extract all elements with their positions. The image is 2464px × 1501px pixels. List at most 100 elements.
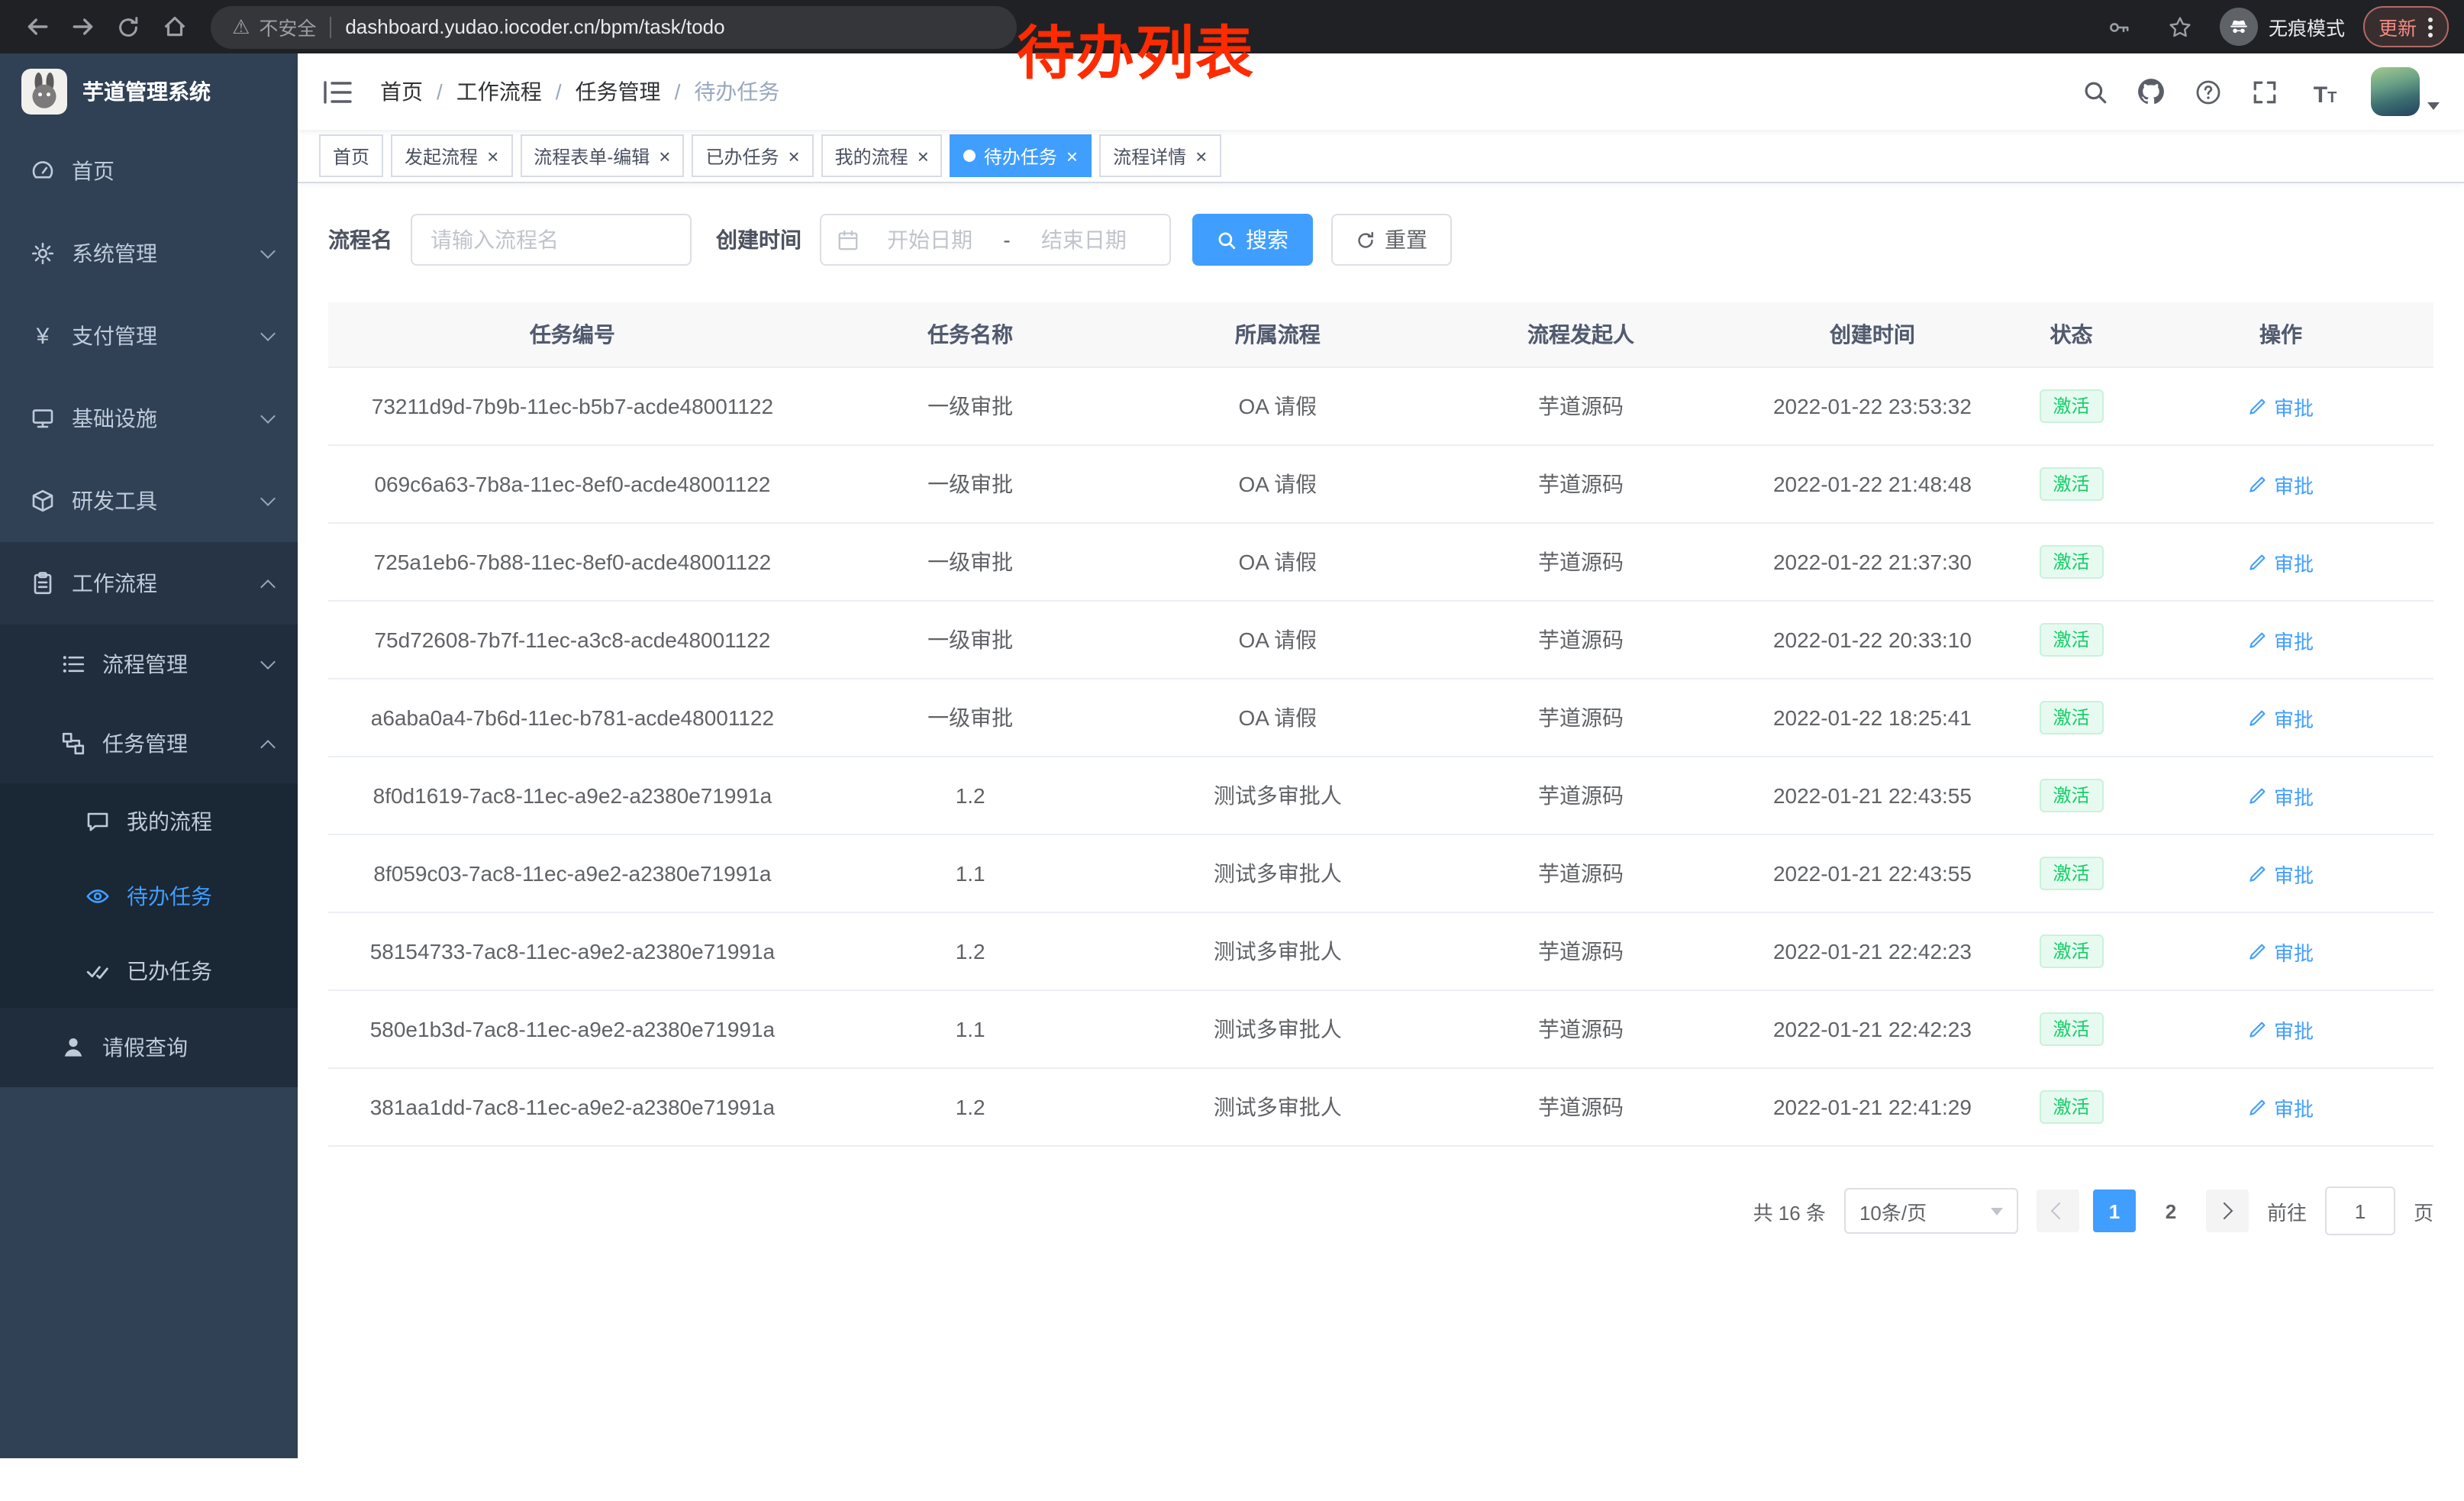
breadcrumb-workflow[interactable]: 工作流程 xyxy=(456,76,542,107)
sidebar-item-task-management[interactable]: 任务管理 xyxy=(0,704,298,783)
cell-created: 2022-01-22 23:53:32 xyxy=(1730,367,2014,445)
tab-label: 待办任务 xyxy=(984,143,1057,169)
breadcrumb-home[interactable]: 首页 xyxy=(380,76,423,107)
sidebar-item-payment-management[interactable]: ¥ 支付管理 xyxy=(0,295,298,377)
user-icon xyxy=(61,1035,85,1060)
date-range-picker[interactable]: 开始日期 - 结束日期 xyxy=(820,214,1171,266)
approve-link[interactable]: 审批 xyxy=(2248,1015,2314,1044)
breadcrumb-current: 待办任务 xyxy=(694,76,779,107)
cell-created: 2022-01-22 20:33:10 xyxy=(1730,601,2014,679)
approve-link[interactable]: 审批 xyxy=(2248,470,2314,499)
approve-link[interactable]: 审批 xyxy=(2248,1093,2314,1122)
cell-status: 激活 xyxy=(2014,757,2128,834)
status-badge: 激活 xyxy=(2040,857,2104,890)
browser-reload-button[interactable] xyxy=(107,5,150,48)
cell-task-name: 一级审批 xyxy=(817,445,1124,523)
browser-back-button[interactable] xyxy=(15,5,58,48)
page-2-button[interactable]: 2 xyxy=(2150,1190,2192,1232)
tab-done-tasks[interactable]: 已办任务 × xyxy=(692,134,813,177)
page-1-button[interactable]: 1 xyxy=(2093,1190,2136,1232)
breadcrumb-task-management[interactable]: 任务管理 xyxy=(576,76,661,107)
approve-link[interactable]: 审批 xyxy=(2248,392,2314,421)
cell-initiator: 芋道源码 xyxy=(1431,445,1730,523)
tab-initiate-process[interactable]: 发起流程 × xyxy=(391,134,512,177)
tab-todo-tasks[interactable]: 待办任务 × xyxy=(950,134,1092,177)
user-menu[interactable] xyxy=(2371,67,2440,116)
font-size-icon[interactable]: TT xyxy=(2305,76,2345,107)
github-icon[interactable] xyxy=(2136,76,2166,107)
search-icon[interactable] xyxy=(2079,76,2110,107)
edit-icon xyxy=(2248,474,2268,494)
close-icon[interactable]: × xyxy=(788,146,799,166)
column-created: 创建时间 xyxy=(1730,302,2014,367)
approve-link[interactable]: 审批 xyxy=(2248,703,2314,732)
cell-action: 审批 xyxy=(2128,601,2433,679)
sidebar-item-label: 研发工具 xyxy=(72,486,157,516)
browser-forward-button[interactable] xyxy=(61,5,104,48)
sidebar-item-system-management[interactable]: 系统管理 xyxy=(0,212,298,295)
approve-link[interactable]: 审批 xyxy=(2248,859,2314,888)
sidebar-item-done-tasks[interactable]: 已办任务 xyxy=(0,933,298,1008)
goto-page-input[interactable] xyxy=(2325,1186,2395,1235)
approve-link[interactable]: 审批 xyxy=(2248,937,2314,966)
cell-created: 2022-01-21 22:42:23 xyxy=(1730,990,2014,1068)
prev-page-button[interactable] xyxy=(2037,1190,2079,1232)
close-icon[interactable]: × xyxy=(659,146,670,166)
address-bar[interactable]: ⚠ 不安全 dashboard.yudao.iocoder.cn/bpm/tas… xyxy=(211,5,1017,48)
sidebar-item-process-management[interactable]: 流程管理 xyxy=(0,625,298,704)
page-size-select[interactable]: 10条/页 xyxy=(1844,1188,2018,1234)
sidebar-item-label: 已办任务 xyxy=(127,955,212,986)
bookmark-star-icon[interactable] xyxy=(2159,5,2201,48)
sidebar-item-my-processes[interactable]: 我的流程 xyxy=(0,783,298,858)
column-action: 操作 xyxy=(2128,302,2433,367)
refresh-icon xyxy=(1356,230,1376,250)
sidebar-item-workflow[interactable]: 工作流程 xyxy=(0,542,298,625)
cell-status: 激活 xyxy=(2014,445,2128,523)
sidebar-item-leave-query[interactable]: 请假查询 xyxy=(0,1008,298,1087)
chevron-down-icon xyxy=(260,408,276,424)
help-icon[interactable] xyxy=(2192,76,2223,107)
next-page-button[interactable] xyxy=(2206,1190,2249,1232)
cell-process: 测试多审批人 xyxy=(1124,834,1432,912)
tab-home[interactable]: 首页 xyxy=(319,134,383,177)
edit-icon xyxy=(2248,396,2268,416)
sidebar-item-todo-tasks[interactable]: 待办任务 xyxy=(0,858,298,933)
navbar-actions: TT xyxy=(2079,67,2440,116)
logo-rabbit-icon xyxy=(21,69,67,115)
table-row: 381aa1dd-7ac8-11ec-a9e2-a2380e71991a 1.2… xyxy=(328,1068,2433,1146)
start-date-placeholder: 开始日期 xyxy=(859,224,1000,255)
cell-created: 2022-01-22 18:25:41 xyxy=(1730,679,2014,757)
cell-action: 审批 xyxy=(2128,445,2433,523)
approve-link[interactable]: 审批 xyxy=(2248,625,2314,654)
reset-button[interactable]: 重置 xyxy=(1331,214,1452,266)
cell-created: 2022-01-22 21:37:30 xyxy=(1730,523,2014,601)
tab-form-edit[interactable]: 流程表单-编辑 × xyxy=(520,134,684,177)
edit-icon xyxy=(2248,630,2268,650)
browser-home-button[interactable] xyxy=(153,5,195,48)
edit-icon xyxy=(2248,1097,2268,1117)
key-extension-icon[interactable] xyxy=(2098,5,2140,48)
tab-process-detail[interactable]: 流程详情 × xyxy=(1099,134,1221,177)
fullscreen-icon[interactable] xyxy=(2249,76,2279,107)
sidebar-collapse-icon[interactable] xyxy=(322,78,356,105)
sidebar-item-label: 请假查询 xyxy=(102,1032,188,1063)
table-row: 75d72608-7b7f-11ec-a3c8-acde48001122 一级审… xyxy=(328,601,2433,679)
browser-update-menu[interactable]: 更新 xyxy=(2363,6,2449,47)
sidebar-item-infrastructure[interactable]: 基础设施 xyxy=(0,377,298,460)
cell-task-id: 8f0d1619-7ac8-11ec-a9e2-a2380e71991a xyxy=(328,757,817,834)
close-icon[interactable]: × xyxy=(1066,146,1078,166)
approve-link[interactable]: 审批 xyxy=(2248,781,2314,810)
sidebar-item-home[interactable]: 首页 xyxy=(0,130,298,212)
close-icon[interactable]: × xyxy=(1195,146,1207,166)
approve-link[interactable]: 审批 xyxy=(2248,547,2314,576)
cell-process: 测试多审批人 xyxy=(1124,990,1432,1068)
kebab-menu-icon xyxy=(2427,15,2433,39)
close-icon[interactable]: × xyxy=(487,146,498,166)
tab-my-processes[interactable]: 我的流程 × xyxy=(821,134,943,177)
sidebar-item-dev-tools[interactable]: 研发工具 xyxy=(0,460,298,542)
cell-task-id: 8f059c03-7ac8-11ec-a9e2-a2380e71991a xyxy=(328,834,817,912)
close-icon[interactable]: × xyxy=(918,146,929,166)
double-check-icon xyxy=(85,958,110,983)
process-name-input[interactable] xyxy=(411,214,692,266)
search-button[interactable]: 搜索 xyxy=(1192,214,1313,266)
